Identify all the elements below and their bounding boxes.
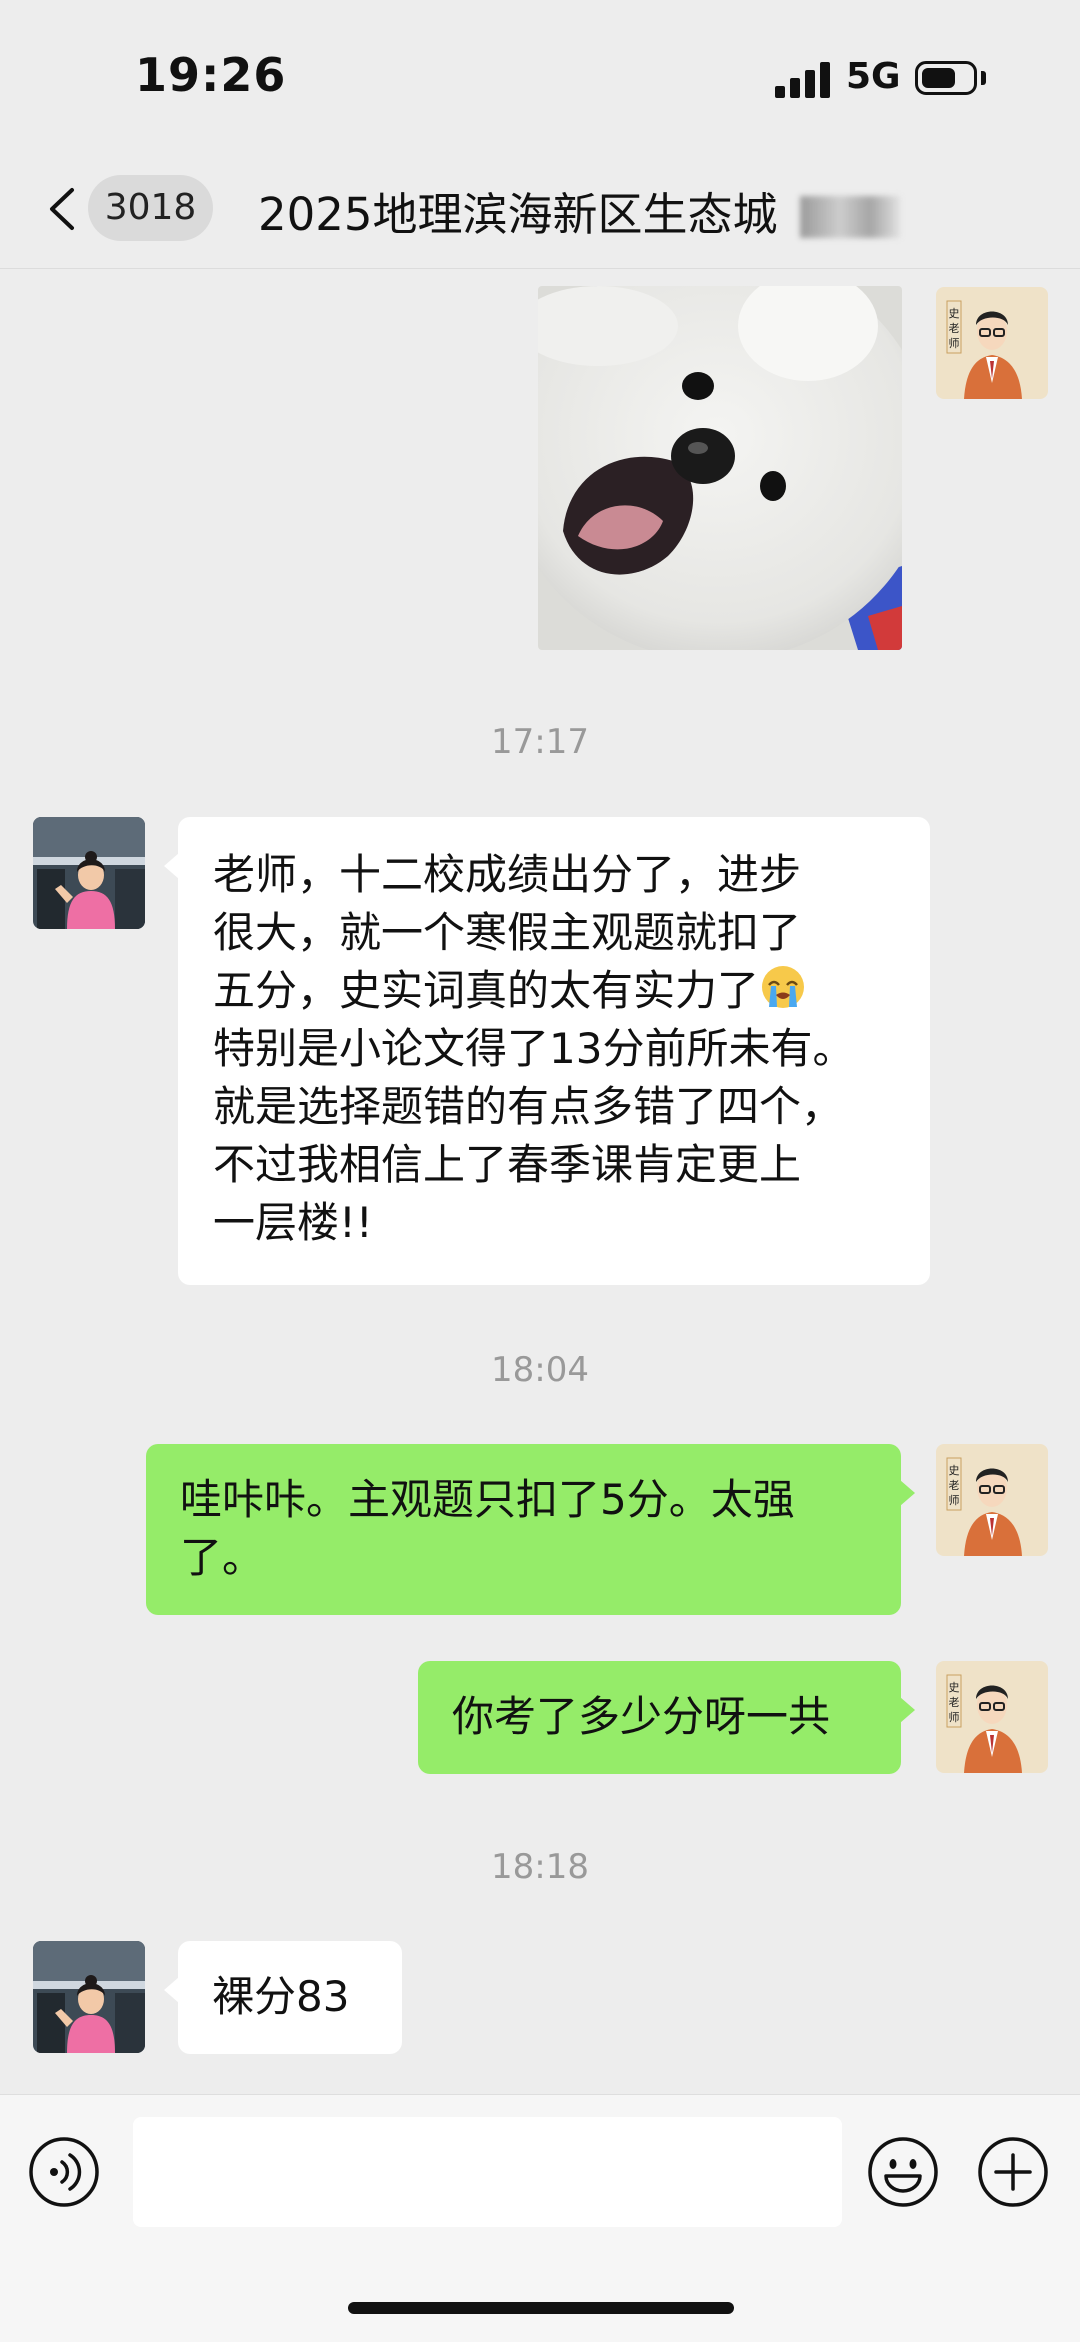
- message-line: 五分，史实词真的太有实力了: [213, 966, 760, 1015]
- signal-icon: [775, 60, 831, 98]
- battery-cap: [981, 71, 986, 85]
- status-time: 19:26: [135, 48, 287, 102]
- dog-photo: [538, 286, 902, 650]
- student-avatar[interactable]: [33, 1941, 145, 2053]
- image-message[interactable]: [538, 286, 902, 650]
- svg-text:老: 老: [949, 1696, 960, 1709]
- chevron-left-icon[interactable]: [44, 186, 80, 232]
- timestamp: 18:04: [491, 1350, 589, 1390]
- message-line: 裸分83: [212, 1972, 350, 2021]
- message-line: 老师，十二校成绩出分了，进步: [213, 850, 802, 899]
- message-line: 特别是小论文得了13分前所未有。: [213, 1024, 855, 1073]
- plus-icon[interactable]: [976, 2135, 1050, 2209]
- teacher-message-bubble[interactable]: 哇咔咔。主观题只扣了5分。太强 了。: [146, 1444, 915, 1615]
- crying-face-icon: [762, 966, 805, 1008]
- svg-text:师: 师: [949, 1711, 960, 1724]
- svg-text:史: 史: [949, 1464, 960, 1477]
- message-line: 了。: [180, 1533, 265, 1582]
- teacher-avatar[interactable]: 史 老 师: [936, 1661, 1048, 1773]
- timestamp: 18:18: [491, 1847, 589, 1887]
- network-label: 5G: [846, 56, 901, 97]
- title-redaction: [800, 196, 900, 238]
- battery-level: [922, 68, 955, 88]
- svg-text:师: 师: [949, 337, 960, 350]
- message-line: 哇咔咔。主观题只扣了5分。太强: [180, 1475, 795, 1524]
- message-line: 你考了多少分呀一共: [452, 1692, 831, 1741]
- voice-icon[interactable]: [27, 2135, 101, 2209]
- teacher-avatar[interactable]: 史 老 师: [936, 287, 1048, 399]
- student-message-bubble[interactable]: 老师，十二校成绩出分了，进步 很大，就一个寒假主观题就扣了 五分，史实词真的太有…: [164, 817, 930, 1285]
- svg-text:史: 史: [949, 1681, 960, 1694]
- status-bar: 19:26 5G: [0, 0, 1080, 150]
- timestamp: 17:17: [491, 722, 589, 762]
- teacher-avatar[interactable]: 史 老 师: [936, 1444, 1048, 1556]
- unread-count-badge[interactable]: 3018: [88, 175, 213, 241]
- message-line: 一层楼!!: [213, 1198, 373, 1247]
- message-input[interactable]: [133, 2117, 842, 2227]
- message-line: 就是选择题错的有点多错了四个，: [213, 1082, 844, 1131]
- teacher-message-bubble[interactable]: 你考了多少分呀一共: [418, 1661, 915, 1774]
- message-line: 很大，就一个寒假主观题就扣了: [213, 908, 802, 957]
- student-avatar[interactable]: [33, 817, 145, 929]
- chat-title[interactable]: 2025地理滨海新区生态城: [258, 178, 778, 243]
- home-indicator[interactable]: [348, 2302, 734, 2314]
- svg-text:史: 史: [949, 307, 960, 320]
- svg-text:老: 老: [949, 322, 960, 335]
- message-line: 不过我相信上了春季课肯定更上: [213, 1140, 802, 1189]
- smiley-icon[interactable]: [866, 2135, 940, 2209]
- svg-text:师: 师: [949, 1494, 960, 1507]
- battery-icon: [915, 61, 977, 95]
- svg-text:老: 老: [949, 1479, 960, 1492]
- student-message-bubble[interactable]: 裸分83: [164, 1941, 402, 2054]
